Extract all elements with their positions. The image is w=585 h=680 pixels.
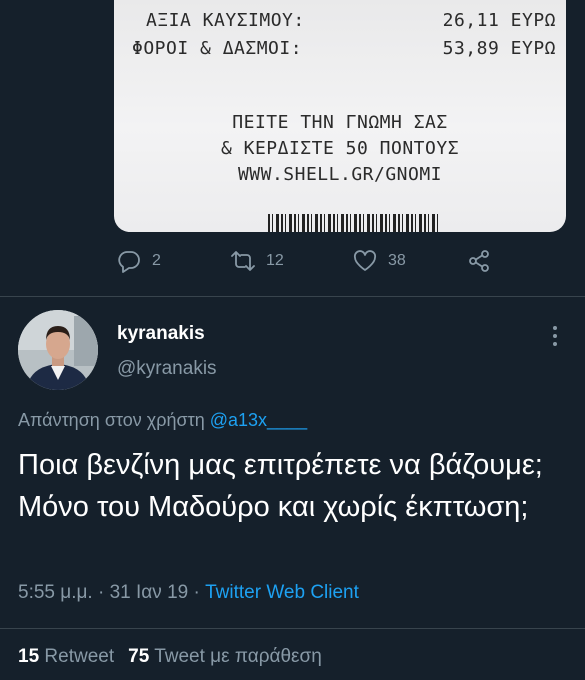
receipt-promo-line-1: ΠΕΙΤΕ ΤΗΝ ΓΝΩΜΗ ΣΑΣ: [232, 112, 448, 133]
tweet-text: Ποια βενζίνη μας επιτρέπετε να βάζουμε; …: [18, 449, 543, 523]
reply-icon: [118, 251, 140, 273]
quote-tweets-link[interactable]: 75 Tweet με παράθεση: [128, 646, 322, 667]
reply-count: 2: [152, 252, 161, 269]
like-icon: [353, 250, 377, 271]
retweets-link[interactable]: 15 Retweet: [18, 646, 114, 667]
reply-mention-link[interactable]: @a13x____: [210, 410, 307, 430]
share-icon: [469, 250, 489, 272]
receipt-taxes-label: ΦΟΡΟΙ & ΔΑΣΜΟΙ:: [132, 38, 303, 59]
retweet-icon: [231, 251, 255, 271]
divider: [0, 296, 585, 297]
tweet-client-link[interactable]: Twitter Web Client: [205, 582, 359, 603]
tweet-time[interactable]: 5:55 μ.μ.: [18, 582, 93, 603]
parent-tweet-actions: 2 12 38: [114, 248, 514, 278]
receipt-image[interactable]: ΑΞΙΑ ΚΑΥΣΙΜΟΥ: 26,11 ΕΥΡΩ ΦΟΡΟΙ & ΔΑΣΜΟΙ…: [114, 0, 566, 232]
like-count: 38: [388, 252, 406, 269]
share-button[interactable]: [466, 248, 492, 274]
tweet-meta: 5:55 μ.μ. · 31 Ιαν 19 · Twitter Web Clie…: [18, 582, 359, 604]
reply-context: Απάντηση στον χρήστη @a13x____: [18, 410, 307, 431]
barcode: [268, 214, 438, 232]
quote-tweets-count: 75: [128, 646, 150, 667]
receipt-taxes-amount: 53,89 ΕΥΡΩ: [442, 38, 556, 59]
divider: [0, 628, 585, 629]
display-name[interactable]: kyranakis: [117, 323, 205, 345]
retweet-button[interactable]: 12: [230, 248, 284, 274]
quote-tweets-label: Tweet με παράθεση: [149, 646, 322, 667]
retweets-label: Retweet: [39, 646, 115, 667]
profile-photo: [18, 310, 98, 390]
reply-prefix: Απάντηση στον χρήστη: [18, 410, 210, 430]
more-icon[interactable]: [548, 322, 562, 350]
receipt-fuel-amount: 26,11 ΕΥΡΩ: [442, 10, 556, 31]
receipt-promo-line-2: & ΚΕΡΔΙΣΤΕ 50 ΠΟΝΤΟΥΣ: [220, 138, 460, 159]
like-button[interactable]: 38: [352, 248, 406, 274]
retweet-count: 12: [266, 252, 284, 269]
user-handle[interactable]: @kyranakis: [117, 358, 217, 380]
tweet-date[interactable]: 31 Ιαν 19: [110, 582, 189, 603]
meta-separator: ·: [92, 582, 110, 603]
meta-separator: ·: [188, 582, 206, 603]
retweets-count: 15: [18, 646, 40, 667]
reply-button[interactable]: 2: [116, 248, 161, 274]
receipt-promo-line-3: WWW.SHELL.GR/GNOMI: [237, 164, 443, 185]
receipt-fuel-label: ΑΞΙΑ ΚΑΥΣΙΜΟΥ:: [146, 10, 305, 31]
tweet-stats: 15 Retweet 75 Tweet με παράθεση: [18, 646, 322, 668]
avatar[interactable]: [18, 310, 98, 390]
